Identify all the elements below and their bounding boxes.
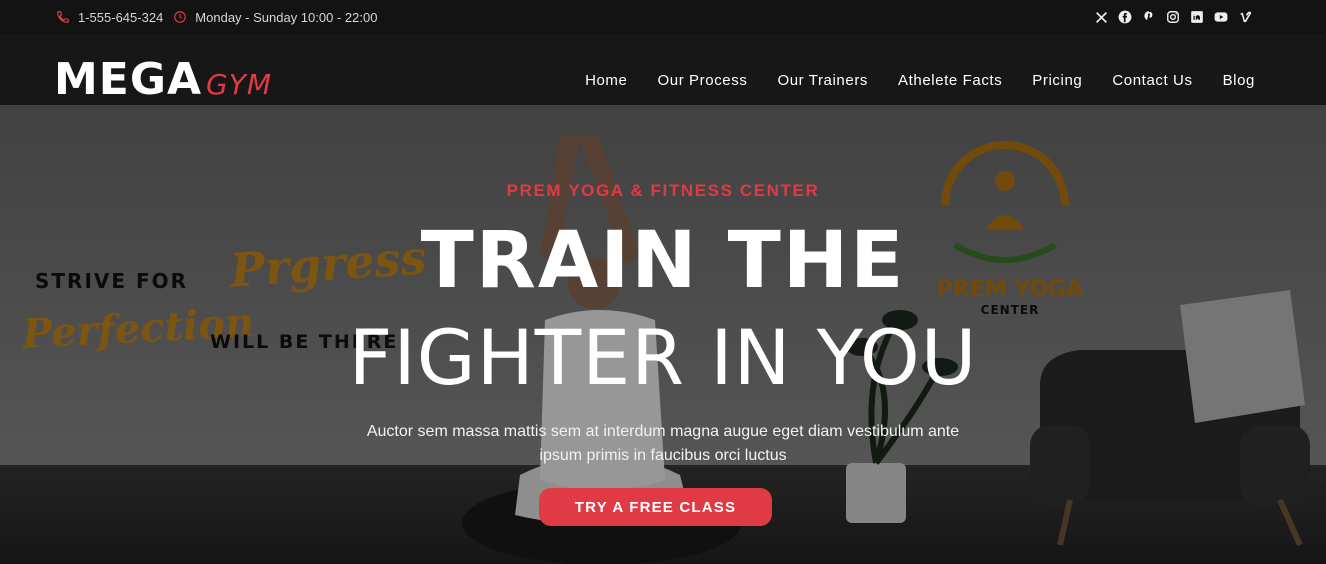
main-nav: Home Our Process Our Trainers Athelete F… (585, 72, 1255, 89)
facebook-icon[interactable] (1118, 10, 1132, 24)
nav-our-process[interactable]: Our Process (657, 72, 747, 89)
social-links (1094, 0, 1252, 34)
main-header: MEGA GYM Home Our Process Our Trainers A… (0, 34, 1326, 105)
youtube-icon[interactable] (1214, 10, 1228, 24)
hero-kicker: PREM YOGA & FITNESS CENTER (506, 181, 820, 200)
hours-item: Monday - Sunday 10:00 - 22:00 (173, 10, 377, 25)
hero-title-line1: TRAIN THE (420, 216, 906, 306)
phone-icon (56, 10, 70, 24)
contact-info: 1-555-645-324 Monday - Sunday 10:00 - 22… (56, 0, 377, 34)
pinterest-icon[interactable] (1142, 10, 1156, 24)
linkedin-icon[interactable] (1190, 10, 1204, 24)
nav-contact-us[interactable]: Contact Us (1112, 72, 1192, 89)
hero-title-line2: FIGHTER IN YOU (348, 313, 978, 402)
site-logo[interactable]: MEGA GYM (54, 58, 272, 102)
top-bar: 1-555-645-324 Monday - Sunday 10:00 - 22… (0, 0, 1326, 34)
nav-our-trainers[interactable]: Our Trainers (777, 72, 868, 89)
instagram-icon[interactable] (1166, 10, 1180, 24)
hero-content: PREM YOGA & FITNESS CENTER TRAIN THE FIG… (0, 105, 1326, 564)
hero-section: STRIVE FOR Prgress Perfection WILL BE TH… (0, 105, 1326, 564)
logo-mega: MEGA (54, 54, 203, 105)
nav-home[interactable]: Home (585, 72, 627, 89)
nav-blog[interactable]: Blog (1223, 72, 1255, 89)
hero-description: Auctor sem massa mattis sem at interdum … (366, 423, 960, 464)
logo-gym: GYM (206, 68, 272, 101)
clock-icon (173, 10, 187, 24)
phone-number: 1-555-645-324 (78, 9, 164, 25)
x-icon[interactable] (1094, 10, 1108, 24)
nav-athelete-facts[interactable]: Athelete Facts (898, 72, 1002, 89)
phone-item[interactable]: 1-555-645-324 (56, 10, 163, 25)
try-free-class-button[interactable]: TRY A FREE CLASS (539, 488, 772, 526)
opening-hours: Monday - Sunday 10:00 - 22:00 (195, 9, 378, 25)
nav-pricing[interactable]: Pricing (1032, 72, 1082, 89)
vimeo-icon[interactable] (1238, 10, 1252, 24)
